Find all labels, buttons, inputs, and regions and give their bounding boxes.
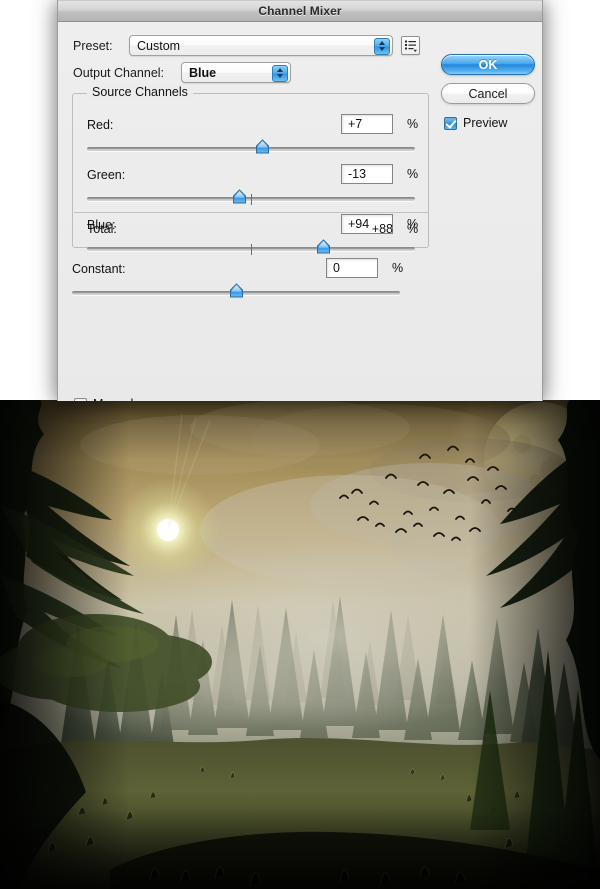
preset-options-button[interactable] (401, 36, 420, 55)
output-channel-stepper-icon[interactable] (272, 64, 288, 82)
preset-label: Preset: (73, 38, 113, 53)
total-label: Total: (87, 222, 117, 236)
blue-slider[interactable] (87, 239, 415, 258)
dialog-titlebar[interactable]: Channel Mixer (58, 0, 542, 22)
blue-slider-center-tick (251, 244, 252, 255)
channel-mixer-dialog: Channel Mixer Preset: Custom Output Chan… (57, 0, 543, 401)
constant-unit: % (392, 261, 404, 275)
preset-value: Custom (137, 38, 181, 53)
constant-row: Constant: 0 % (72, 258, 429, 308)
total-unit: % (407, 222, 419, 236)
red-label: Red: (87, 118, 114, 132)
list-options-icon (405, 40, 417, 52)
preset-stepper-icon[interactable] (374, 37, 390, 55)
red-unit: % (407, 117, 419, 131)
monochrome-row[interactable]: Monochrome (74, 397, 166, 401)
preset-row: Preset: Custom (73, 35, 420, 56)
total-value: +88 (371, 222, 393, 236)
cancel-button[interactable]: Cancel (441, 83, 535, 104)
red-value: +7 (348, 117, 363, 131)
total-separator (74, 212, 429, 213)
green-slider[interactable] (87, 189, 415, 208)
screenshot-root: Channel Mixer Preset: Custom Output Chan… (0, 0, 600, 889)
blue-slider-thumb[interactable] (316, 239, 331, 255)
photo-canvas (0, 400, 600, 889)
source-channels-title: Source Channels (87, 85, 193, 99)
green-slider-center-tick (251, 194, 252, 205)
constant-slider[interactable] (72, 283, 400, 302)
constant-value: 0 (333, 261, 340, 275)
green-input[interactable]: -13 (341, 164, 393, 184)
preview-row[interactable]: Preview (444, 116, 507, 130)
monochrome-label: Monochrome (93, 397, 166, 401)
constant-slider-thumb[interactable] (229, 283, 244, 299)
constant-input[interactable]: 0 (326, 258, 378, 278)
green-slider-thumb[interactable] (232, 189, 247, 205)
source-channels-group: Source Channels Red: +7 % Green: -13 % B… (72, 85, 429, 255)
output-channel-dropdown[interactable]: Blue (181, 62, 291, 83)
red-input[interactable]: +7 (341, 114, 393, 134)
ok-button[interactable]: OK (441, 54, 535, 75)
output-channel-label: Output Channel: (73, 65, 165, 80)
output-channel-value: Blue (189, 65, 217, 80)
preview-checkbox[interactable] (444, 116, 457, 130)
preset-dropdown[interactable]: Custom (129, 35, 393, 56)
red-slider-track[interactable] (87, 147, 415, 151)
preview-label: Preview (463, 116, 508, 130)
dialog-body: Preset: Custom Output Channel: Blue Sour… (58, 22, 542, 401)
green-value: -13 (348, 167, 367, 181)
red-slider[interactable] (87, 139, 415, 158)
monochrome-checkbox[interactable] (74, 397, 87, 401)
green-label: Green: (87, 168, 126, 182)
output-channel-row: Output Channel: Blue (73, 62, 291, 83)
green-unit: % (407, 167, 419, 181)
red-slider-thumb[interactable] (255, 139, 270, 155)
constant-label: Constant: (72, 262, 126, 276)
dialog-title: Channel Mixer (258, 4, 342, 18)
